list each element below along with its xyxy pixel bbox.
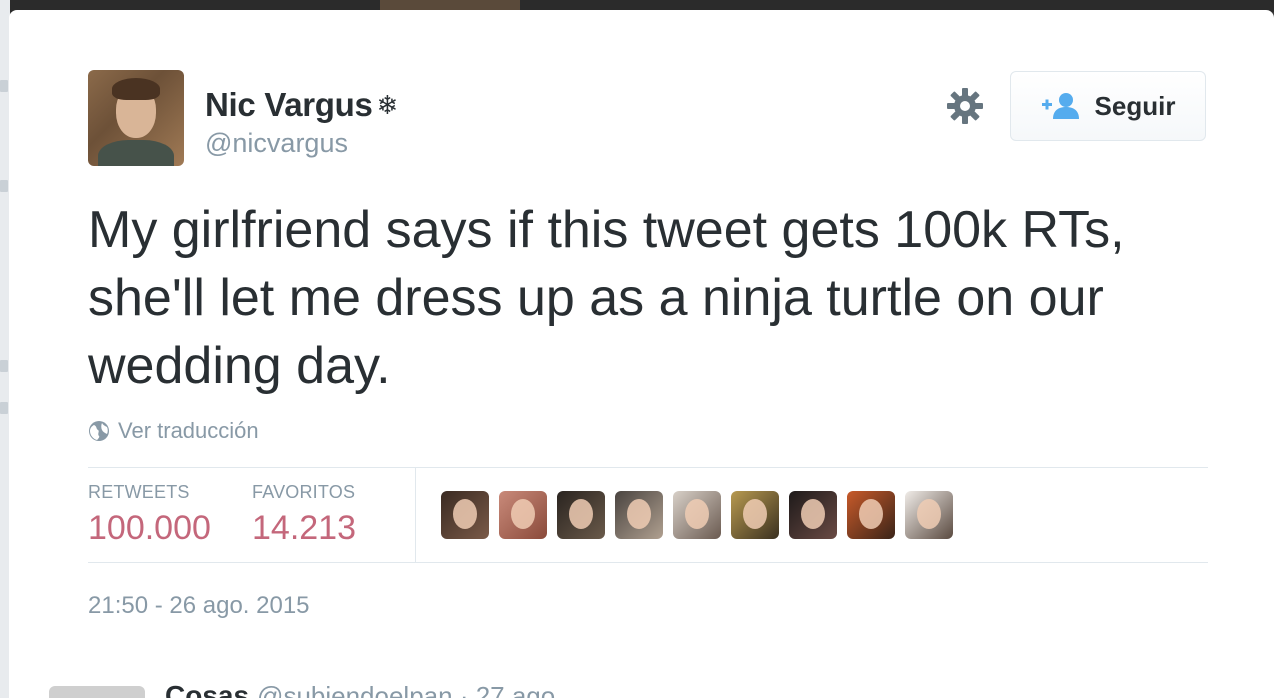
tweet-modal: Nic Vargus ❄ @nicvargus Seguir My girlfr…	[9, 10, 1274, 698]
favoriter-avatar[interactable]	[499, 491, 547, 539]
next-tweet-header: Cosas @subiendoelpan · 27 ago	[165, 680, 555, 698]
favorites-label: FAVORITOS	[252, 482, 356, 502]
favoriter-avatar[interactable]	[731, 491, 779, 539]
favoriter-avatar[interactable]	[673, 491, 721, 539]
favorites-stat[interactable]: FAVORITOS 14.213	[252, 482, 356, 548]
display-name[interactable]: Nic Vargus	[205, 86, 373, 124]
translate-link-row[interactable]: Ver traducción	[88, 418, 259, 444]
follow-button[interactable]: Seguir	[1010, 71, 1206, 141]
stats-divider-vertical	[415, 468, 416, 562]
user-handle[interactable]: @nicvargus	[205, 128, 348, 159]
avatar-hair	[112, 78, 160, 100]
stats-divider-bottom	[88, 562, 1208, 563]
stats-divider-top	[88, 467, 1208, 468]
next-tweet-handle[interactable]: @subiendoelpan · 27 ago	[257, 681, 555, 698]
name-row: Nic Vargus ❄	[205, 86, 398, 124]
background-fragment	[0, 80, 8, 92]
follow-label: Seguir	[1094, 90, 1176, 121]
globe-icon	[89, 421, 109, 441]
avatar-shirt	[98, 140, 174, 166]
translate-link[interactable]: Ver traducción	[118, 418, 259, 444]
favoriter-avatar[interactable]	[615, 491, 663, 539]
background-fragment	[0, 360, 8, 372]
favoriter-avatars	[441, 491, 953, 539]
favorites-count: 14.213	[252, 509, 356, 547]
retweets-label: RETWEETS	[88, 482, 190, 502]
favoriter-avatar[interactable]	[789, 491, 837, 539]
user-avatar[interactable]	[88, 70, 184, 166]
snowflake-icon: ❄	[376, 90, 399, 120]
tweet-timestamp[interactable]: 21:50 - 26 ago. 2015	[88, 592, 310, 620]
add-user-icon	[1041, 93, 1079, 119]
next-tweet-name[interactable]: Cosas	[165, 680, 249, 698]
background-fragment	[0, 402, 8, 414]
favoriter-avatar[interactable]	[441, 491, 489, 539]
background-fragment	[0, 180, 8, 192]
tweet-text: My girlfriend says if this tweet gets 10…	[88, 201, 1125, 395]
favoriter-avatar[interactable]	[557, 491, 605, 539]
retweets-count: 100.000	[88, 509, 211, 547]
retweets-stat[interactable]: RETWEETS 100.000	[88, 482, 211, 548]
favoriter-avatar[interactable]	[905, 491, 953, 539]
next-tweet-avatar[interactable]	[49, 686, 145, 698]
gear-icon[interactable]	[945, 86, 985, 126]
favoriter-avatar[interactable]	[847, 491, 895, 539]
